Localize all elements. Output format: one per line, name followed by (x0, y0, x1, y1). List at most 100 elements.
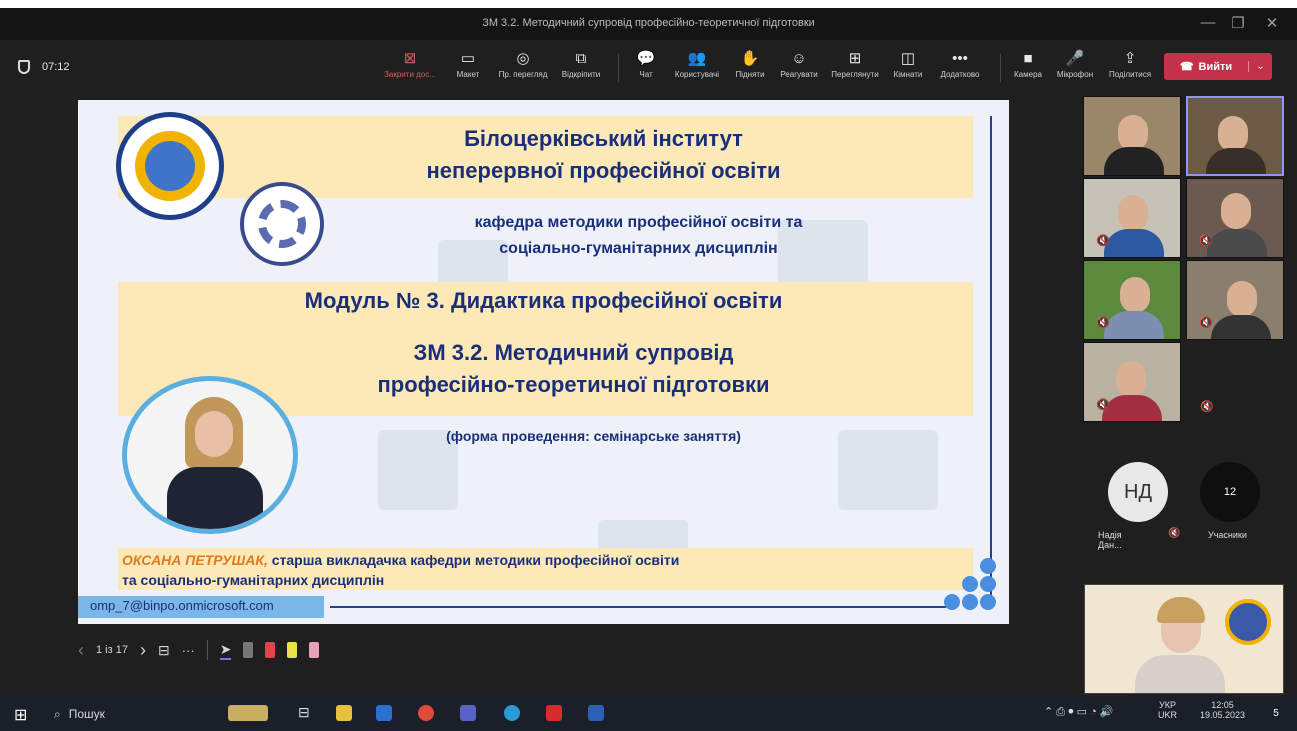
word-icon[interactable] (588, 705, 604, 721)
clock[interactable]: 12:05 19.05.2023 (1200, 700, 1245, 720)
people-button[interactable]: 👥 Користувачі (668, 48, 726, 88)
timer-text: 07:12 (42, 61, 70, 73)
emoji-icon: ☺ (791, 50, 807, 67)
more-icon: ••• (952, 50, 968, 67)
top-strip (0, 0, 1297, 8)
search-highlight-icon (228, 705, 268, 721)
participant-video[interactable]: 🔇 (1186, 178, 1284, 258)
notifications-icon[interactable]: 5 (1266, 704, 1286, 724)
participant-video[interactable]: 🔇 (1186, 260, 1284, 340)
decor-dot (980, 558, 996, 574)
eye-icon: ◎ (516, 50, 530, 67)
leave-button[interactable]: ☎ Вийти ⌄ (1164, 53, 1272, 80)
minimize-icon[interactable]: — (1198, 14, 1218, 31)
participant-video[interactable]: 🔇 (1083, 178, 1181, 258)
people-icon: 👥 (687, 50, 707, 67)
meeting-stage: Білоцерківський інститут неперервної про… (0, 96, 1297, 696)
leave-main[interactable]: ☎ Вийти (1164, 60, 1248, 74)
meeting-toolbar: 07:12 ⊠ Закрити дос... ▭ Макет ◎ Пр. пер… (0, 40, 1297, 96)
maximize-icon[interactable]: ❐ (1228, 14, 1248, 32)
file-explorer-icon[interactable] (336, 705, 352, 721)
slide-counter: 1 із 17 (96, 644, 128, 656)
close-window-icon[interactable]: ✕ (1262, 14, 1282, 32)
pen-icon[interactable] (243, 642, 254, 658)
mic-off-icon: 🔇 (1199, 317, 1213, 329)
author-band: ОКСАНА ПЕТРУШАК, старша викладачка кафед… (118, 548, 973, 590)
presenter-controls: ‹ 1 із 17 › ⊟ ··· ➤ (78, 634, 320, 666)
rooms-icon: ◫ (900, 50, 916, 67)
participant-video[interactable]: 🔇 (1083, 342, 1181, 422)
avatar-name: Надія Дан... (1098, 530, 1122, 550)
participant-video-active[interactable] (1186, 96, 1284, 176)
share-icon: ⇪ (1123, 50, 1137, 67)
highlighter-icon[interactable] (287, 642, 298, 658)
next-slide-button[interactable]: › (140, 640, 146, 661)
topic-line1: ЗМ 3.2. Методичний супровід (413, 340, 734, 365)
popout-button[interactable]: ⧉ Відкріпити (556, 48, 606, 88)
camera-button[interactable]: ■ Камера (1008, 48, 1048, 88)
red-pen-icon[interactable] (265, 642, 276, 658)
view-button[interactable]: ⊞ Переглянути (826, 48, 884, 88)
browser-icon[interactable] (504, 705, 520, 721)
mic-off-icon: 🔇 (1200, 401, 1214, 413)
grid-view-icon[interactable]: ⊟ (158, 642, 170, 659)
camera-icon: ■ (1023, 50, 1033, 67)
pointer-icon[interactable]: ➤ (219, 641, 232, 660)
mail-icon[interactable] (376, 705, 392, 721)
author-email: omp_7@binpo.onmicrosoft.com (78, 596, 324, 618)
more-button[interactable]: ••• Додатково (932, 48, 988, 88)
taskbar-search[interactable]: ⌕ Пошук (44, 701, 244, 727)
title-bar: ЗМ 3.2. Методичний супровід професійно-т… (0, 8, 1297, 40)
participant-video[interactable] (1083, 96, 1181, 176)
raise-hand-icon: ✋ (740, 50, 760, 67)
shield-icon (18, 60, 30, 74)
windows-start-icon[interactable]: ⊞ (14, 705, 27, 725)
language-indicator[interactable]: УКР UKR (1158, 700, 1177, 720)
meeting-timer: 07:12 (18, 60, 70, 74)
layout-icon: ▭ (460, 50, 476, 67)
phone-hangup-icon: ☎ (1179, 61, 1194, 73)
grid-icon: ⊞ (848, 50, 862, 67)
author-role-line2: та соціально-гуманітарних дисциплін (122, 572, 385, 588)
department-line2: соціально-гуманітарних дисциплін (499, 240, 778, 257)
participant-count[interactable]: 12 (1200, 462, 1260, 522)
prev-slide-button[interactable]: ‹ (78, 640, 84, 661)
mic-off-icon: 🔇 (1199, 235, 1213, 247)
shared-slide: Білоцерківський інститут неперервної про… (78, 100, 1009, 624)
mic-off-icon: 🔇 (1096, 399, 1110, 411)
presenter-more-button[interactable]: ··· (182, 643, 195, 658)
microphone-icon: 🎤 (1065, 50, 1085, 67)
decor-dot (980, 576, 996, 592)
pdf-reader-icon[interactable] (546, 705, 562, 721)
chrome-icon[interactable] (418, 705, 434, 721)
tray-icons[interactable]: ⌃ ⎙ ⏺ ▭ ◔ 🔊 (1044, 705, 1114, 719)
microphone-button[interactable]: 🎤 Мікрофон (1050, 48, 1100, 88)
stop-sharing-button[interactable]: ⊠ Закрити дос... (382, 48, 438, 88)
participant-video[interactable]: 🔇 (1083, 260, 1181, 340)
avatar[interactable]: НД (1108, 462, 1168, 522)
task-view-icon[interactable]: ⊟ (298, 704, 310, 721)
react-button[interactable]: ☺ Реагувати (776, 48, 822, 88)
chevron-down-icon[interactable]: ⌄ (1248, 61, 1272, 72)
module-title: Модуль № 3. Дидактика професійної освіти (304, 288, 783, 313)
window-title: ЗМ 3.2. Методичний супровід професійно-т… (482, 17, 815, 29)
layout-button[interactable]: ▭ Макет (444, 48, 492, 88)
toolbar-divider (618, 54, 619, 82)
decor-dot (944, 594, 960, 610)
search-icon: ⌕ (54, 706, 61, 721)
close-share-icon: ⊠ (403, 50, 417, 67)
eraser-icon[interactable] (309, 642, 320, 658)
slide-border-line (330, 606, 946, 608)
chat-button[interactable]: 💬 Чат (628, 48, 664, 88)
decor-dot (980, 594, 996, 610)
institute-name-line1: Білоцерківський інститут (464, 126, 743, 151)
teams-icon[interactable] (460, 705, 476, 721)
preview-button[interactable]: ◎ Пр. перегляд (496, 48, 550, 88)
mic-off-icon: 🔇 (1096, 317, 1110, 329)
chat-icon: 💬 (636, 50, 656, 67)
self-view-video[interactable] (1084, 584, 1284, 694)
share-button[interactable]: ⇪ Поділитися (1104, 48, 1156, 88)
institute-name-line2: неперервної професійної освіти (426, 158, 781, 183)
rooms-button[interactable]: ◫ Кімнати (888, 48, 928, 88)
raise-hand-button[interactable]: ✋ Підняти (730, 48, 770, 88)
